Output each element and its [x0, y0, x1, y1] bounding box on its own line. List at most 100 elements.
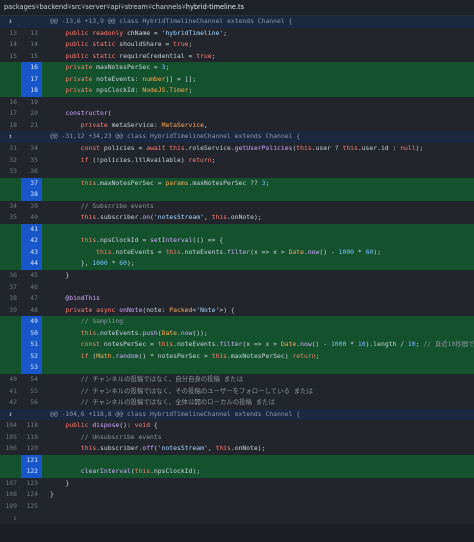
file-path-header[interactable]: packages¥backend¥src¥server¥api¥stream¥c…: [0, 0, 474, 16]
code-token: requireCredential =: [119, 51, 197, 60]
new-line-number[interactable]: 122: [21, 466, 42, 478]
new-line-number[interactable]: 43: [21, 246, 42, 259]
old-line-number[interactable]: 108: [0, 489, 21, 501]
new-line-number[interactable]: 20: [21, 108, 42, 120]
new-line-number[interactable]: 35: [21, 155, 42, 167]
old-line-number[interactable]: 34: [0, 201, 21, 213]
code-token: ,: [203, 120, 208, 129]
code-token: constructor: [65, 109, 108, 118]
new-line-number[interactable]: 119: [21, 432, 42, 444]
added-line-row: 44 }, 1000 * 60);: [0, 258, 474, 271]
new-line-number[interactable]: 38: [21, 189, 42, 201]
old-line-number[interactable]: 39: [0, 305, 21, 317]
new-line-number[interactable]: 34: [21, 143, 42, 155]
old-line-number[interactable]: 35: [0, 212, 21, 224]
new-line-number[interactable]: 19: [21, 97, 42, 109]
context-line-row: 39 48 private async onNote(note: Packed<'…: [0, 304, 474, 317]
old-line-number[interactable]: 13: [0, 28, 21, 40]
code-token: this: [215, 444, 231, 453]
old-line-number[interactable]: 41: [0, 386, 21, 398]
old-line-number[interactable]: 109: [0, 501, 21, 513]
new-line-number[interactable]: 16: [21, 62, 42, 74]
code-token: ;: [165, 63, 170, 72]
new-line-number[interactable]: 55: [21, 386, 42, 398]
new-line-number[interactable]: 39: [21, 201, 42, 213]
expand-lines-icon[interactable]: ↕: [0, 408, 21, 421]
new-line-number[interactable]: 49: [21, 316, 42, 328]
new-line-number[interactable]: 52: [21, 350, 42, 363]
new-line-number[interactable]: 18: [21, 85, 42, 97]
new-line-number[interactable]: 40: [21, 212, 42, 224]
old-line-number[interactable]: 106: [0, 443, 21, 455]
new-line-number[interactable]: 15: [21, 51, 42, 63]
new-line-number[interactable]: 125: [21, 501, 42, 513]
new-line-number[interactable]: 45: [21, 270, 42, 282]
old-line-number[interactable]: 105: [0, 432, 21, 444]
old-line-number[interactable]: 36: [0, 270, 21, 282]
old-line-number[interactable]: 18: [0, 120, 21, 132]
code-token: .noteEvents.: [96, 328, 143, 337]
expand-lines-icon[interactable]: ↕: [0, 513, 21, 525]
added-line-row: 51 const notesPerSec = this.noteEvents.f…: [0, 339, 474, 351]
new-line-number[interactable]: 48: [21, 305, 42, 317]
new-line-number[interactable]: 46: [21, 282, 42, 294]
code-token: maxNotesPerSec =: [96, 63, 162, 72]
code-token: .maxNotesPerSec =: [96, 178, 166, 187]
code-token: this: [134, 467, 151, 476]
new-line-number[interactable]: 120: [21, 443, 42, 455]
code-line: this.subscriber.off('notesStream', this.…: [42, 443, 474, 455]
new-line-number[interactable]: 51: [21, 339, 42, 351]
old-line-number[interactable]: 37: [0, 282, 21, 294]
new-line-number[interactable]: 47: [21, 293, 42, 305]
expand-lines-icon[interactable]: ↕: [0, 16, 21, 28]
old-line-number[interactable]: 104: [0, 420, 21, 432]
code-token: [] = [];: [165, 74, 197, 83]
new-line-number[interactable]: 56: [21, 397, 42, 409]
code-token: .noteEvents =: [111, 247, 166, 256]
old-line-number[interactable]: 14: [0, 39, 21, 51]
code-token: // 直近10秒間で計算: [423, 340, 474, 349]
expand-lines-icon[interactable]: ↕: [0, 131, 21, 144]
new-line-number[interactable]: 17: [21, 73, 42, 86]
old-line-number[interactable]: 107: [0, 478, 21, 490]
new-line-number[interactable]: 42: [21, 235, 42, 247]
old-line-number[interactable]: 42: [0, 397, 21, 409]
new-line-number[interactable]: 13: [21, 28, 42, 40]
code-token: this: [80, 444, 97, 453]
old-line-number[interactable]: 15: [0, 51, 21, 63]
new-line-number[interactable]: 53: [21, 362, 42, 374]
code-token: 'Note': [196, 305, 220, 314]
new-line-number[interactable]: 50: [21, 327, 42, 340]
new-line-number[interactable]: 36: [21, 166, 42, 178]
code-token: );: [126, 259, 135, 268]
code-token: // Subscribe events: [80, 201, 154, 210]
new-line-number[interactable]: 118: [21, 420, 42, 432]
code-line: this.maxNotesPerSec = params.maxNotesPer…: [42, 178, 474, 190]
new-line-number[interactable]: 14: [21, 39, 42, 51]
code-token: ;: [211, 155, 216, 164]
new-line-number[interactable]: 37: [21, 177, 42, 190]
new-line-number[interactable]: 54: [21, 374, 42, 386]
old-line-number[interactable]: 32: [0, 155, 21, 167]
old-line-number[interactable]: 16: [0, 97, 21, 109]
new-line-number[interactable]: 41: [21, 223, 42, 236]
code-token: ():: [119, 421, 135, 430]
old-line-number[interactable]: 40: [0, 374, 21, 386]
new-line-number[interactable]: 121: [21, 454, 42, 467]
new-line-number[interactable]: 21: [21, 120, 42, 132]
path-segment: channels: [152, 3, 182, 11]
code-token: true: [196, 51, 212, 60]
code-token: on: [142, 213, 151, 222]
new-line-number[interactable]: 124: [21, 489, 42, 501]
new-line-number[interactable]: 123: [21, 478, 42, 490]
old-line-number[interactable]: 31: [0, 143, 21, 155]
old-line-number[interactable]: 33: [0, 166, 21, 178]
old-line-number[interactable]: 38: [0, 293, 21, 305]
code-token: );: [373, 247, 381, 256]
old-line-number[interactable]: 17: [0, 108, 21, 120]
code-token: filter: [219, 340, 243, 349]
code-token: private: [65, 74, 97, 83]
new-line-number[interactable]: 44: [21, 258, 42, 271]
